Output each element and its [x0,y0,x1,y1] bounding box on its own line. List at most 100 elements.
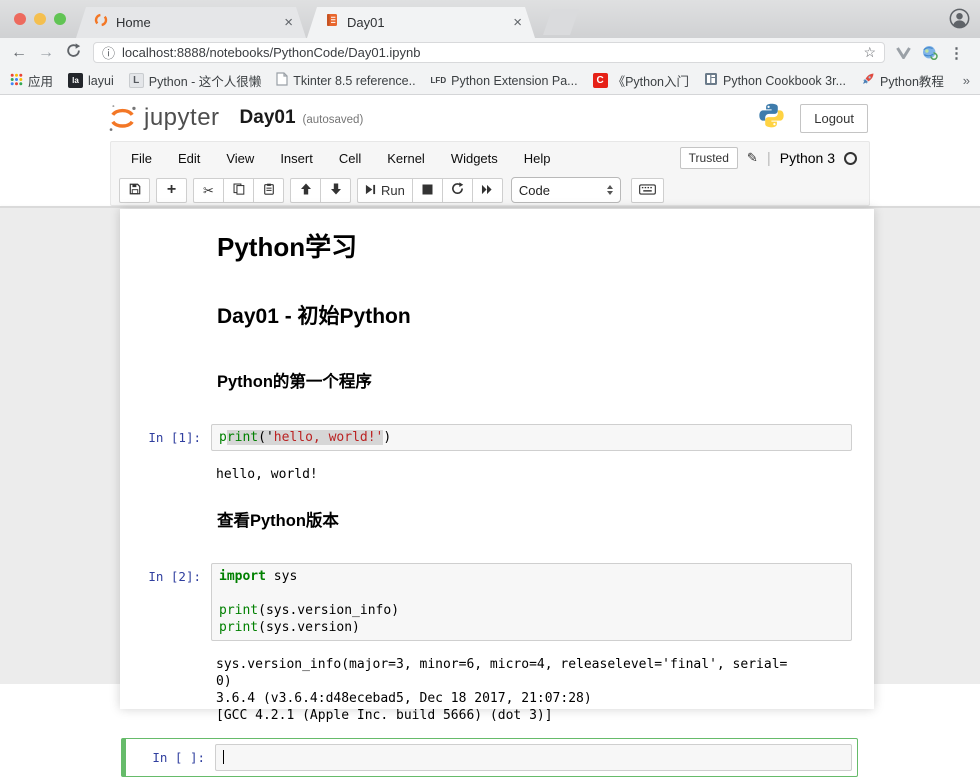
fast-forward-icon [481,183,493,198]
menu-widgets[interactable]: Widgets [438,151,511,166]
move-cell-down-button[interactable] [320,178,351,203]
close-tab-icon[interactable]: × [510,14,525,31]
globe-extension-icon[interactable] [922,45,939,61]
reload-icon[interactable] [66,43,81,63]
code-token: hello, world! [274,430,376,445]
jupyter-logo-text[interactable]: jupyter [144,104,220,132]
copy-cell-button[interactable] [223,178,254,203]
menu-bar: File Edit View Insert Cell Kernel Widget… [111,142,869,174]
menu-file[interactable]: File [118,151,165,166]
menu-help[interactable]: Help [511,151,564,166]
kernel-name: Python 3 [780,150,835,166]
code-editor[interactable]: import sys print(sys.version_info) print… [211,563,852,641]
heading-check-version: 查看Python版本 [217,507,852,531]
logout-button[interactable]: Logout [800,104,868,133]
tab-day01-active[interactable]: Day01 × [307,7,535,38]
cell-prompt [127,352,211,404]
jupyter-logo-icon[interactable] [106,102,139,135]
notebook-title[interactable]: Day01 [240,107,296,129]
tab-label: Day01 [347,15,510,30]
code-cell-1[interactable]: In [1]: print('hello, world!') [121,418,858,457]
browser-tab-strip: Home × Day01 × [0,0,980,38]
code-cell-3-editing[interactable]: In [ ]: [121,738,858,777]
text-cursor [223,750,224,764]
markdown-cell-day01[interactable]: Day01 - 初始Python [121,280,858,346]
menu-edit[interactable]: Edit [165,151,213,166]
download-extension-icon[interactable] [896,47,911,59]
code-editor-focused[interactable] [215,744,852,771]
output-area-2: sys.version_info(major=3, minor=6, micro… [121,647,858,726]
menu-view[interactable]: View [213,151,267,166]
bookmark-label: Tkinter 8.5 reference.. [293,74,415,88]
page-icon [276,72,288,89]
bookmark-label: layui [88,74,114,88]
trusted-button[interactable]: Trusted [680,147,738,169]
code-token: rint [227,430,258,445]
browser-menu-icon[interactable]: ⋮ [949,44,964,62]
bookmark-python-tutorial[interactable]: Python教程 [861,71,944,90]
interrupt-kernel-button[interactable] [412,178,443,203]
back-icon[interactable]: ← [11,45,27,61]
url-text[interactable]: localhost:8888/notebooks/PythonCode/Day0… [122,45,863,60]
profile-icon[interactable] [949,8,970,34]
notebook-menubar-panel: File Edit View Insert Cell Kernel Widget… [110,141,870,206]
restart-run-all-button[interactable] [472,178,503,203]
close-tab-icon[interactable]: × [281,14,296,31]
keyboard-icon [639,183,656,198]
heading-python-study: Python学习 [217,227,852,264]
bookmark-layui[interactable]: la layui [68,73,114,88]
address-bar[interactable]: ⓘ localhost:8888/notebooks/PythonCode/Da… [93,42,885,63]
heading-day01: Day01 - 初始Python [217,300,852,330]
markdown-cell-first-program[interactable]: Python的第一个程序 [121,346,858,410]
markdown-cell-title[interactable]: Python学习 [121,215,858,280]
add-cell-button[interactable]: + [156,178,187,203]
csdn-c-icon: C [593,73,608,88]
cell-type-value: Code [519,183,550,198]
plus-icon: + [167,182,176,198]
edit-pencil-icon: ✎ [747,150,758,166]
rocket-icon [861,72,875,89]
bookmark-tkinter[interactable]: Tkinter 8.5 reference.. [276,72,415,89]
close-window-button[interactable] [14,13,26,25]
code-cell-2[interactable]: In [2]: import sys print(sys.version_inf… [121,557,858,647]
site-info-icon[interactable]: ⓘ [102,43,115,62]
input-prompt: In [ ]: [131,744,215,771]
run-cell-button[interactable]: Run [357,178,413,203]
python-logo-icon [758,102,785,134]
tab-home[interactable]: Home × [76,7,306,38]
command-palette-button[interactable] [631,178,664,203]
bookmark-python-intro[interactable]: C 《Python入门 [593,71,689,90]
forward-icon[interactable]: → [38,45,54,61]
markdown-cell-check-version[interactable]: 查看Python版本 [121,485,858,549]
code-editor[interactable]: print('hello, world!') [211,424,852,451]
code-token: sys [266,569,297,584]
cell-prompt [127,221,211,274]
bookmark-apps[interactable]: 应用 [10,71,53,90]
bookmark-python-blog[interactable]: L Python - 这个人很懒 [129,71,262,90]
cell-type-select[interactable]: Code [511,177,621,203]
save-button[interactable] [119,178,150,203]
notebook-background: Python学习 Day01 - 初始Python Python的第一个程序 I… [0,208,980,684]
code-token: (sys.version_info) [258,603,399,618]
new-tab-button[interactable] [543,9,579,35]
output-text: sys.version_info(major=3, minor=6, micro… [210,651,853,724]
bookmark-label: 《Python入门 [613,71,689,90]
bookmark-python-extension[interactable]: LFD Python Extension Pa... [431,74,578,88]
paste-cell-button[interactable] [253,178,284,203]
bookmarks-bar: 应用 la layui L Python - 这个人很懒 Tkinter 8.5… [0,67,980,95]
menu-kernel[interactable]: Kernel [374,151,438,166]
minimize-window-button[interactable] [34,13,46,25]
cell-prompt [127,491,211,543]
menu-insert[interactable]: Insert [267,151,326,166]
menu-cell[interactable]: Cell [326,151,374,166]
move-cell-up-button[interactable] [290,178,321,203]
bookmark-star-icon[interactable]: ☆ [863,44,876,61]
bookmark-python-cookbook[interactable]: Python Cookbook 3r... [704,72,846,89]
bookmarks-overflow-icon[interactable]: » [963,73,970,88]
restart-kernel-button[interactable] [442,178,473,203]
bookmark-label: Python教程 [880,71,944,90]
bookmark-label: Python Cookbook 3r... [723,74,846,88]
fullscreen-window-button[interactable] [54,13,66,25]
code-token: import [219,569,266,584]
cut-cell-button[interactable]: ✂ [193,178,224,203]
